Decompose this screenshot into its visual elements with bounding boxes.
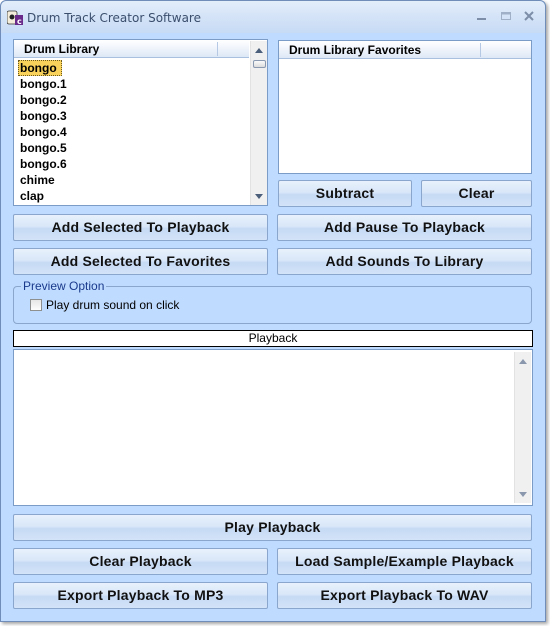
list-item[interactable]: bongo.4 — [18, 124, 67, 140]
drum-library-list[interactable]: Drum Library bongo bongo.1 bongo.2 bongo… — [13, 39, 268, 206]
window-title: Drum Track Creator Software — [27, 11, 201, 25]
clear-playback-button[interactable]: Clear Playback — [13, 548, 268, 575]
playback-scrollbar[interactable] — [514, 352, 531, 503]
list-item[interactable]: chime — [18, 172, 67, 188]
drum-library-header-label: Drum Library — [24, 42, 100, 56]
subtract-button[interactable]: Subtract — [278, 180, 412, 207]
clear-favorites-button[interactable]: Clear — [421, 180, 532, 207]
close-icon[interactable] — [520, 9, 538, 23]
scroll-thumb[interactable] — [253, 60, 266, 68]
list-item[interactable]: bongo.1 — [18, 76, 67, 92]
list-item[interactable]: clap — [18, 188, 67, 204]
maximize-icon[interactable] — [497, 9, 515, 23]
favorites-list[interactable]: Drum Library Favorites — [278, 40, 532, 174]
svg-text:c: c — [17, 17, 22, 26]
app-window: c Drum Track Creator Software Drum Libra… — [0, 0, 546, 622]
library-scrollbar[interactable] — [250, 41, 267, 205]
export-mp3-button[interactable]: Export Playback To MP3 — [13, 582, 268, 609]
column-separator[interactable] — [480, 43, 481, 57]
drum-library-header[interactable]: Drum Library — [14, 40, 249, 58]
playback-header: Playback — [13, 330, 533, 347]
list-item[interactable]: bongo.2 — [18, 92, 67, 108]
app-icon: c — [7, 10, 23, 26]
add-pause-to-playback-button[interactable]: Add Pause To Playback — [277, 214, 532, 241]
play-on-click-label[interactable]: Play drum sound on click — [46, 298, 179, 312]
play-on-click-checkbox[interactable] — [30, 299, 42, 311]
column-separator[interactable] — [217, 42, 218, 56]
playback-list[interactable] — [13, 349, 533, 506]
load-sample-playback-button[interactable]: Load Sample/Example Playback — [277, 548, 532, 575]
drum-library-items: bongo bongo.1 bongo.2 bongo.3 bongo.4 bo… — [18, 60, 67, 204]
add-selected-to-favorites-button[interactable]: Add Selected To Favorites — [13, 248, 268, 275]
preview-option-legend: Preview Option — [21, 279, 107, 293]
favorites-header-label: Drum Library Favorites — [289, 43, 422, 57]
list-item[interactable]: bongo.6 — [18, 156, 67, 172]
title-bar[interactable]: c Drum Track Creator Software — [1, 1, 545, 33]
list-item[interactable]: bongo.5 — [18, 140, 67, 156]
scroll-up-icon[interactable] — [519, 359, 527, 364]
favorites-header[interactable]: Drum Library Favorites — [279, 41, 531, 59]
play-playback-button[interactable]: Play Playback — [13, 514, 532, 541]
export-wav-button[interactable]: Export Playback To WAV — [277, 582, 532, 609]
minimize-icon[interactable] — [473, 9, 491, 23]
add-sounds-to-library-button[interactable]: Add Sounds To Library — [277, 248, 532, 275]
list-item-selected[interactable]: bongo — [18, 60, 62, 76]
scroll-down-icon[interactable] — [255, 194, 263, 199]
add-selected-to-playback-button[interactable]: Add Selected To Playback — [13, 214, 268, 241]
scroll-up-icon[interactable] — [255, 48, 263, 53]
scroll-down-icon[interactable] — [519, 492, 527, 497]
list-item[interactable]: bongo.3 — [18, 108, 67, 124]
